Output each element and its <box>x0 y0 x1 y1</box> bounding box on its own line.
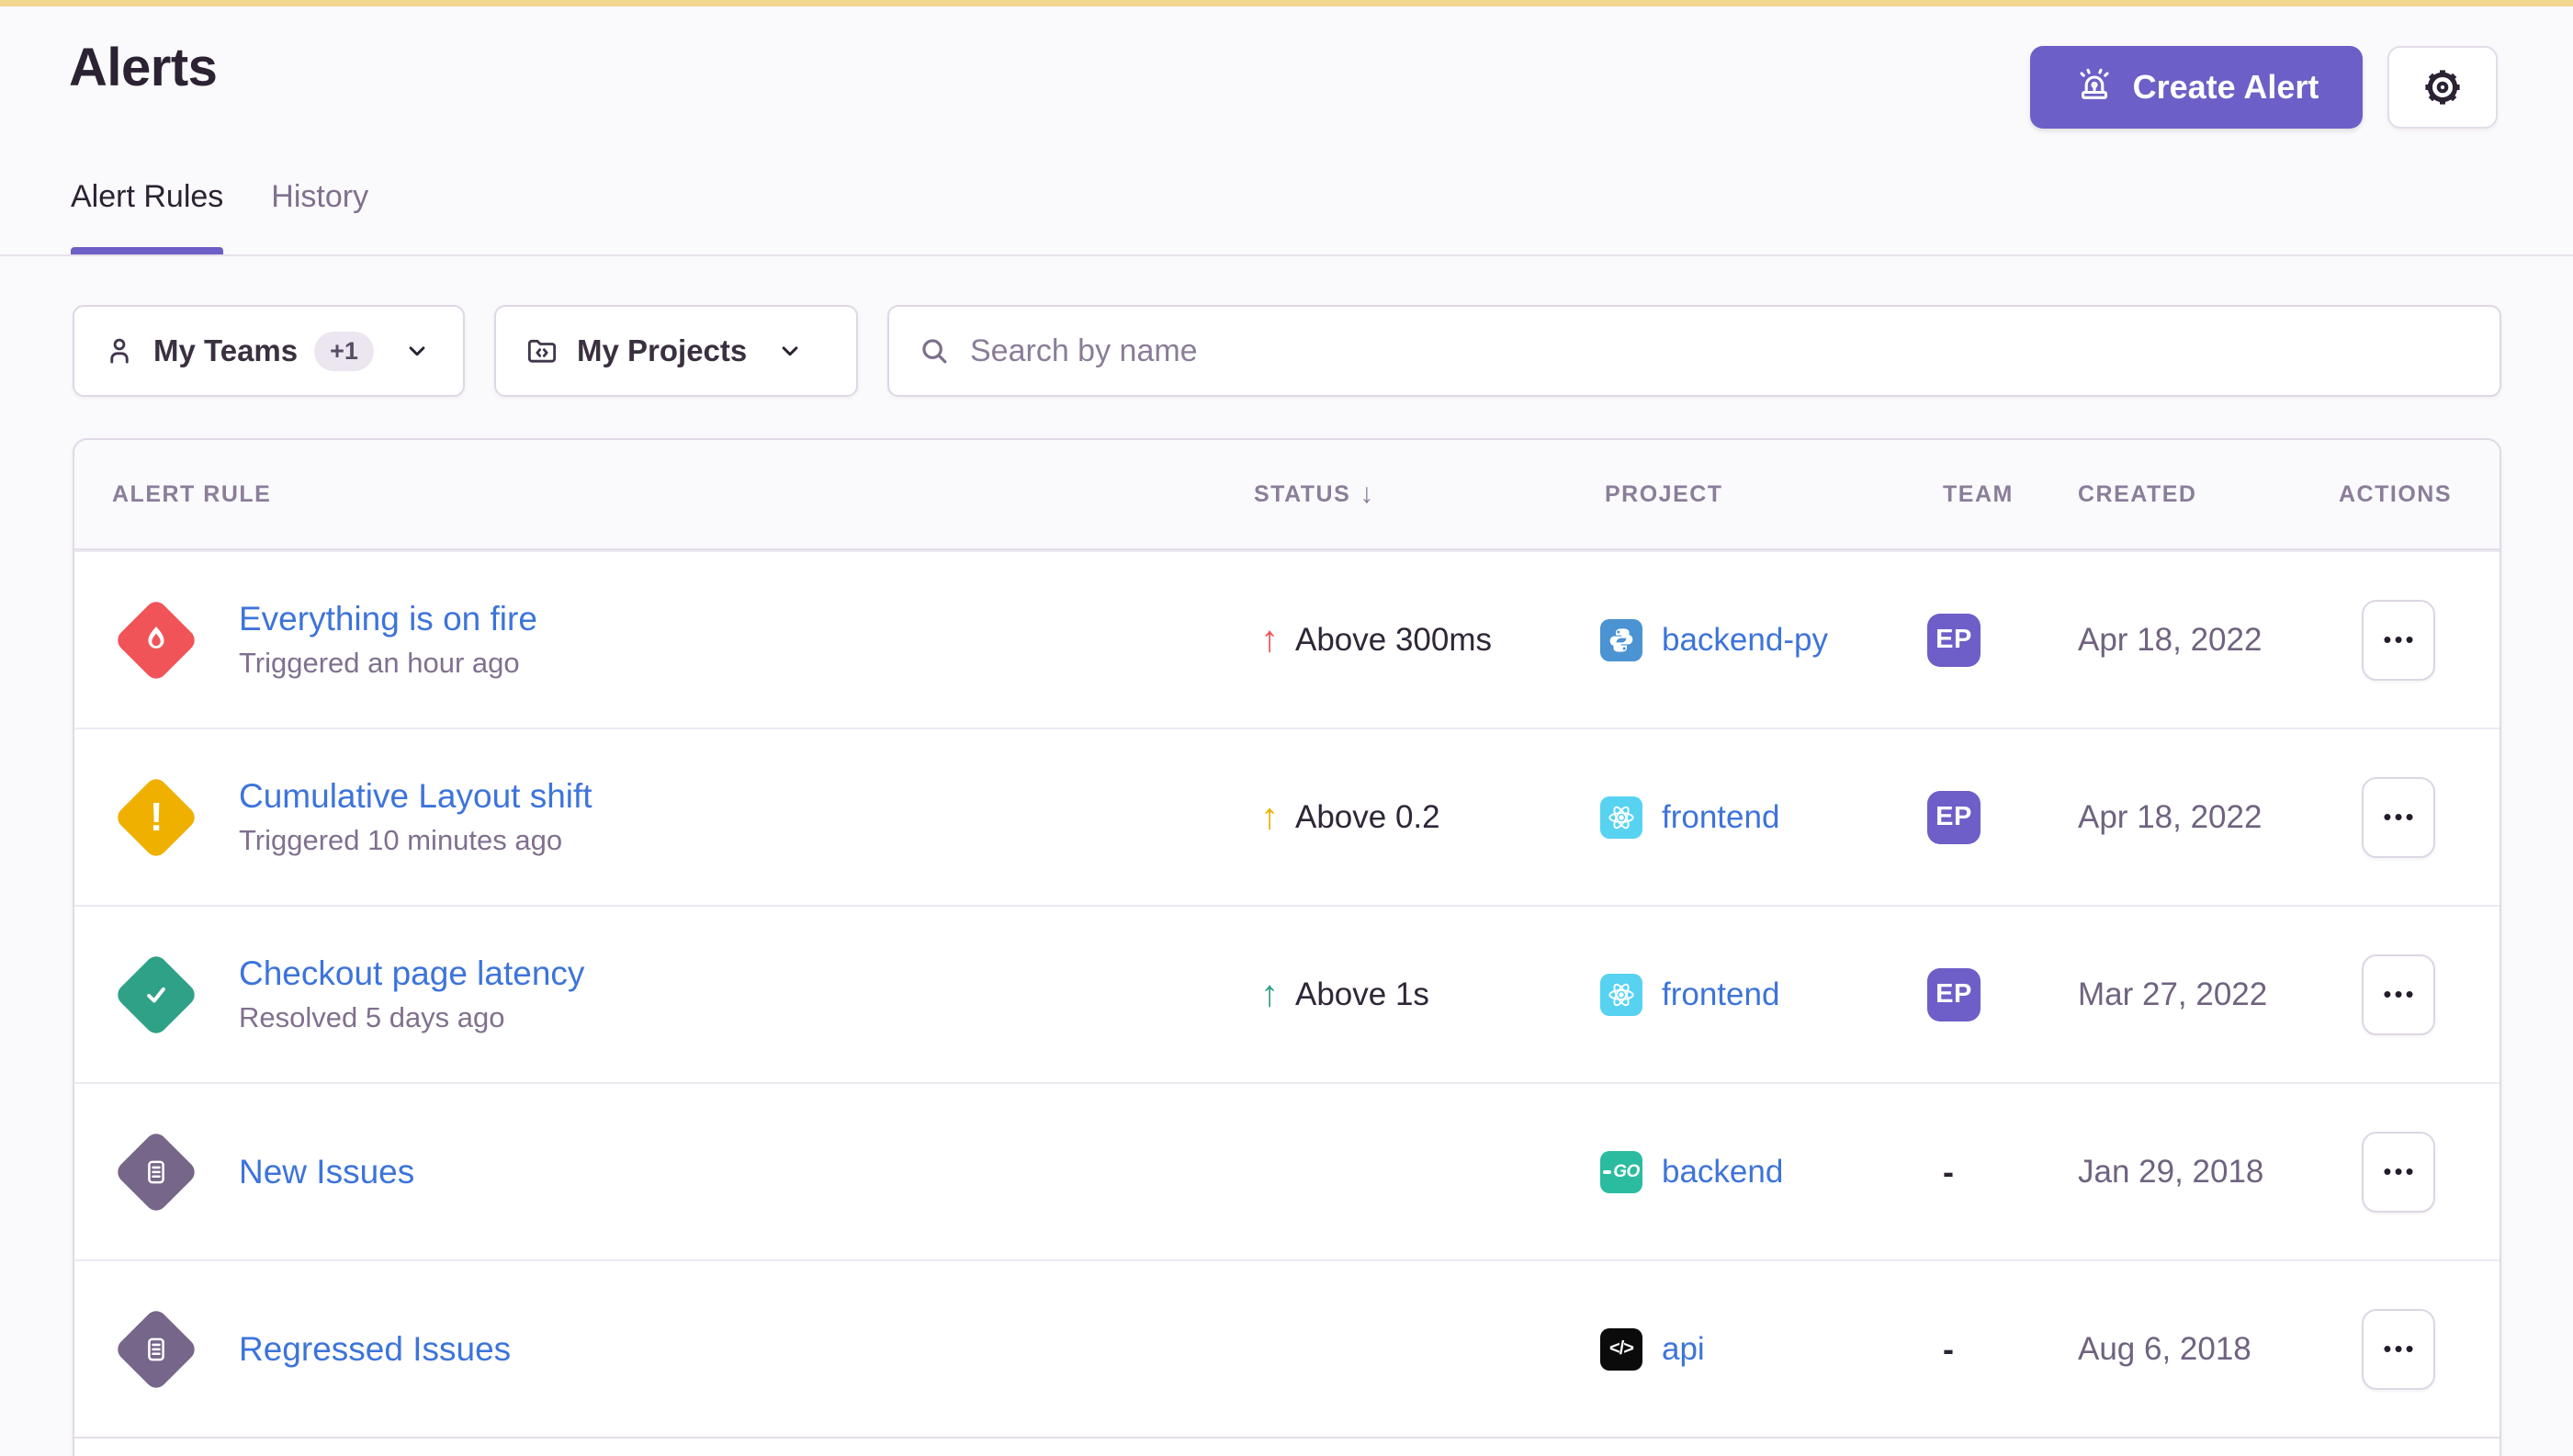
table-row-partial <box>74 1437 2500 1456</box>
ellipsis-icon: ••• <box>2383 980 2416 1009</box>
team-none: - <box>1927 1153 1954 1191</box>
tabs-divider <box>0 254 2573 256</box>
search-icon <box>917 333 952 368</box>
go-logo-text: GO <box>1613 1162 1640 1182</box>
teams-filter-label: My Teams <box>153 333 298 368</box>
view-tabs: Alert Rules History <box>71 178 368 254</box>
search-input[interactable] <box>970 333 2472 369</box>
project-link[interactable]: frontend <box>1662 976 1779 1013</box>
page-title: Alerts <box>69 37 217 98</box>
alert-rule-subtitle: Resolved 5 days ago <box>239 1001 584 1034</box>
column-header-status[interactable]: STATUS ↓ <box>1213 479 1563 510</box>
ellipsis-icon: ••• <box>2383 1157 2416 1186</box>
tab-history[interactable]: History <box>271 178 368 254</box>
created-date: Jan 29, 2018 <box>2037 1154 2297 1191</box>
create-alert-label: Create Alert <box>2133 68 2319 107</box>
checkmark-icon <box>138 976 175 1013</box>
tab-alert-rules[interactable]: Alert Rules <box>71 178 223 254</box>
go-speed-line <box>1603 1170 1611 1174</box>
code-brackets-glyph: </> <box>1609 1338 1633 1360</box>
sort-descending-icon: ↓ <box>1360 479 1375 510</box>
react-platform-icon <box>1600 796 1642 839</box>
team-avatar: EP <box>1927 791 1981 844</box>
column-header-actions: ACTIONS <box>2297 481 2500 508</box>
column-header-project: PROJECT <box>1563 481 1902 508</box>
search-field[interactable] <box>887 305 2501 397</box>
team-avatar: EP <box>1927 614 1981 667</box>
status-threshold: Above 0.2 <box>1295 799 1440 836</box>
alert-rule-link[interactable]: Checkout page latency <box>239 954 584 993</box>
column-header-created: CREATED <box>2037 481 2297 508</box>
member-icon <box>102 333 137 368</box>
status-threshold: Above 300ms <box>1295 622 1492 659</box>
up-arrow-icon: ↑ <box>1260 974 1279 1015</box>
siren-icon <box>2074 67 2115 107</box>
react-platform-icon <box>1600 974 1642 1016</box>
column-header-alert-rule: ALERT RULE <box>74 481 1213 508</box>
created-date: Apr 18, 2022 <box>2037 799 2297 836</box>
tab-history-label: History <box>271 179 368 214</box>
warning-alert-badge: ! <box>113 774 198 860</box>
table-row: Everything is on fire Triggered an hour … <box>74 550 2500 728</box>
project-link[interactable]: backend <box>1662 1154 1783 1191</box>
status-threshold: Above 1s <box>1295 976 1429 1013</box>
fire-icon <box>139 623 174 658</box>
notice-banner <box>0 0 2573 6</box>
table-row: ! Cumulative Layout shift Triggered 10 m… <box>74 728 2500 905</box>
row-actions-button[interactable]: ••• <box>2362 777 2435 858</box>
status-header-label: STATUS <box>1254 481 1350 508</box>
chevron-down-icon <box>403 337 431 365</box>
resolved-alert-badge <box>113 952 198 1037</box>
python-platform-icon <box>1600 619 1642 661</box>
projects-filter-dropdown[interactable]: My Projects <box>494 305 858 397</box>
issues-stack-icon <box>139 1332 174 1367</box>
alert-rule-link[interactable]: Cumulative Layout shift <box>239 777 592 816</box>
issue-alert-badge <box>113 1306 198 1392</box>
team-none: - <box>1927 1330 1954 1369</box>
up-arrow-icon: ↑ <box>1260 619 1279 660</box>
issue-alert-badge <box>113 1129 198 1214</box>
project-link[interactable]: api <box>1662 1331 1705 1368</box>
ellipsis-icon: ••• <box>2383 803 2416 831</box>
created-date: Mar 27, 2022 <box>2037 976 2297 1013</box>
project-folder-icon <box>524 333 560 369</box>
exclamation-icon: ! <box>150 795 164 841</box>
table-row: Regressed Issues </> api - Aug 6, 2018 •… <box>74 1259 2500 1437</box>
project-link[interactable]: backend-py <box>1662 622 1828 659</box>
table-row: Checkout page latency Resolved 5 days ag… <box>74 905 2500 1082</box>
go-platform-icon: GO <box>1600 1151 1642 1193</box>
table-row: New Issues GO backend - Jan 29, 2018 ••• <box>74 1082 2500 1259</box>
settings-button[interactable] <box>2387 46 2498 129</box>
alert-rules-table: ALERT RULE STATUS ↓ PROJECT TEAM CREATED… <box>73 438 2501 1456</box>
row-actions-button[interactable]: ••• <box>2362 600 2435 681</box>
created-date: Apr 18, 2022 <box>2037 622 2297 659</box>
ellipsis-icon: ••• <box>2383 1335 2416 1363</box>
table-header-row: ALERT RULE STATUS ↓ PROJECT TEAM CREATED… <box>74 440 2500 550</box>
gear-icon <box>2421 65 2465 109</box>
ellipsis-icon: ••• <box>2383 626 2416 654</box>
project-link[interactable]: frontend <box>1662 799 1779 836</box>
column-header-team: TEAM <box>1902 481 2037 508</box>
critical-alert-badge <box>113 597 198 683</box>
chevron-down-icon <box>776 337 804 365</box>
alert-rule-link[interactable]: Everything is on fire <box>239 600 537 638</box>
tab-alert-rules-label: Alert Rules <box>71 179 223 214</box>
create-alert-button[interactable]: Create Alert <box>2030 46 2363 129</box>
alert-rule-subtitle: Triggered 10 minutes ago <box>239 824 592 857</box>
alert-rule-link[interactable]: New Issues <box>239 1153 414 1191</box>
row-actions-button[interactable]: ••• <box>2362 1132 2435 1213</box>
teams-filter-count-badge: +1 <box>314 332 374 371</box>
team-avatar: EP <box>1927 968 1981 1021</box>
alert-rule-subtitle: Triggered an hour ago <box>239 647 537 680</box>
header-actions: Create Alert <box>2030 46 2498 129</box>
row-actions-button[interactable]: ••• <box>2362 954 2435 1035</box>
api-platform-icon: </> <box>1600 1328 1642 1371</box>
issues-stack-icon <box>139 1155 174 1190</box>
alert-rule-link[interactable]: Regressed Issues <box>239 1330 511 1369</box>
teams-filter-dropdown[interactable]: My Teams +1 <box>73 305 465 397</box>
projects-filter-label: My Projects <box>577 333 747 368</box>
row-actions-button[interactable]: ••• <box>2362 1309 2435 1390</box>
created-date: Aug 6, 2018 <box>2037 1331 2297 1368</box>
up-arrow-icon: ↑ <box>1260 796 1279 838</box>
